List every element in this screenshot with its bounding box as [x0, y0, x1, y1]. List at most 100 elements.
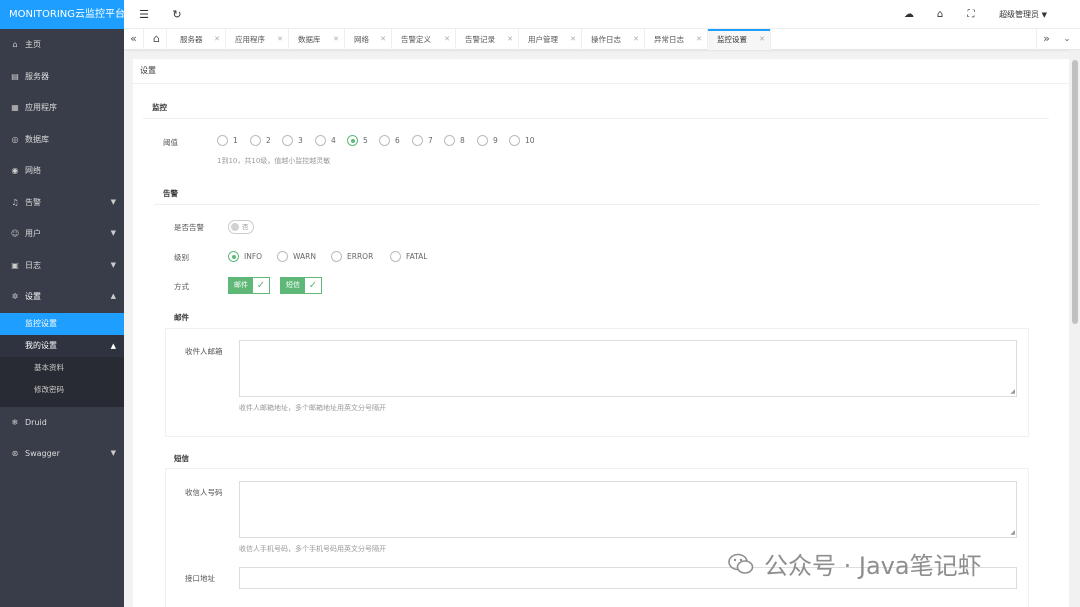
- refresh-icon[interactable]: ↻: [169, 0, 185, 29]
- level-radio-warn[interactable]: WARN: [277, 251, 316, 262]
- threshold-label: 阈值: [163, 138, 178, 147]
- sidebar-item-network[interactable]: ◉ 网络: [0, 155, 124, 187]
- method-checkbox-sms[interactable]: 短信 ✓: [280, 277, 322, 294]
- mail-recipient-textarea[interactable]: ◢: [239, 340, 1017, 397]
- database-icon: ◎: [11, 134, 19, 144]
- tab-network[interactable]: 网络 ✕: [345, 29, 392, 50]
- close-icon[interactable]: ✕: [214, 29, 220, 50]
- sms-api-label: 接口地址: [185, 574, 215, 583]
- close-icon[interactable]: ✕: [570, 29, 576, 50]
- section-sms-title: 短信: [174, 454, 189, 463]
- menu-toggle-icon[interactable]: ☰: [136, 0, 152, 29]
- threshold-radio-5[interactable]: 5: [347, 135, 368, 146]
- alarm-method-label: 方式: [174, 282, 189, 291]
- divider: [143, 118, 1049, 119]
- tab-app[interactable]: 应用程序 ✕: [226, 29, 289, 50]
- tabs-scroll-left-icon[interactable]: «: [124, 29, 144, 50]
- close-icon[interactable]: ✕: [444, 29, 450, 50]
- threshold-radio-4[interactable]: 4: [315, 135, 336, 146]
- user-menu[interactable]: 超级管理员 ▼: [999, 0, 1047, 30]
- tab-bar: « ⌂ 服务器 ✕ 应用程序 ✕ 数据库 ✕ 网络 ✕ 告警定义 ✕ 告警记录 ✕ 用户管理…: [124, 29, 1080, 50]
- check-icon: ✓: [305, 278, 321, 293]
- sidebar-item-server[interactable]: ▤ 服务器: [0, 61, 124, 93]
- gear-icon: ✲: [11, 292, 19, 301]
- close-icon[interactable]: ✕: [380, 29, 386, 50]
- radio-checked-icon: [347, 135, 358, 146]
- tab-alarm-def[interactable]: 告警定义 ✕: [392, 29, 456, 50]
- close-icon[interactable]: ✕: [696, 29, 702, 50]
- fullscreen-icon[interactable]: ⛶: [963, 0, 979, 29]
- tab-exception-log[interactable]: 异常日志 ✕: [645, 29, 708, 50]
- sidebar-item-log[interactable]: ▣ 日志 ▼: [0, 250, 124, 282]
- check-icon: ✓: [253, 278, 269, 293]
- scroll-thumb[interactable]: [1072, 60, 1078, 324]
- tabs-dropdown-icon[interactable]: ⌄: [1057, 29, 1077, 50]
- sidebar-item-user[interactable]: ☺ 用户 ▼: [0, 218, 124, 250]
- caret-down-icon: ▼: [110, 229, 116, 237]
- sidebar-item-settings[interactable]: ✲ 设置 ▲: [0, 281, 124, 313]
- tab-alarm-record[interactable]: 告警记录 ✕: [456, 29, 519, 50]
- tab-monitor-settings[interactable]: 监控设置 ✕: [708, 29, 771, 50]
- swagger-icon: ⊛: [11, 449, 19, 458]
- close-icon[interactable]: ✕: [333, 29, 339, 50]
- threshold-radio-9[interactable]: 9: [477, 135, 498, 146]
- close-icon[interactable]: ✕: [633, 29, 639, 50]
- tab-operation-log[interactable]: 操作日志 ✕: [582, 29, 645, 50]
- threshold-radio-10[interactable]: 10: [509, 135, 535, 146]
- sms-hint: 收信人手机号码，多个手机号码用英文分号隔开: [239, 545, 386, 553]
- threshold-radio-7[interactable]: 7: [412, 135, 433, 146]
- level-radio-fatal[interactable]: FATAL: [390, 251, 427, 262]
- close-icon[interactable]: ✕: [277, 29, 283, 50]
- resize-grip-icon[interactable]: ◢: [1010, 530, 1015, 536]
- threshold-radio-8[interactable]: 8: [444, 135, 465, 146]
- threshold-radio-2[interactable]: 2: [250, 135, 271, 146]
- sidebar: MONITORING云监控平台 ⌂ 主页 ▤ 服务器 ▦ 应用程序 ◎ 数据库 ◉ 网络 …: [0, 0, 124, 607]
- druid-icon: ❄: [11, 417, 19, 427]
- alarm-enable-label: 是否告警: [174, 223, 204, 232]
- threshold-radio-1[interactable]: 1: [217, 135, 238, 146]
- app-logo-title[interactable]: MONITORING云监控平台: [0, 0, 124, 29]
- tab-home-icon[interactable]: ⌂: [147, 29, 167, 50]
- section-monitor-title: 监控: [152, 103, 167, 112]
- radio-icon: [444, 135, 455, 146]
- sidebar-item-password[interactable]: 修改密码: [0, 378, 124, 401]
- mail-recipient-label: 收件人邮箱: [185, 347, 223, 356]
- settings-card: 设置 监控 阈值 1 2 3 4 5 6 7 8 9 10 1到10，共10级，…: [133, 59, 1069, 607]
- sidebar-item-alarm[interactable]: ♫ 告警 ▼: [0, 187, 124, 219]
- sms-recipient-textarea[interactable]: ◢: [239, 481, 1017, 538]
- radio-icon: [277, 251, 288, 262]
- method-checkbox-mail[interactable]: 邮件 ✓: [228, 277, 270, 294]
- sidebar-item-app[interactable]: ▦ 应用程序: [0, 92, 124, 124]
- resize-grip-icon[interactable]: ◢: [1010, 389, 1015, 395]
- section-alarm-title: 告警: [163, 189, 178, 198]
- tabs-scroll-right-icon[interactable]: »: [1036, 29, 1056, 50]
- sidebar-item-home[interactable]: ⌂ 主页: [0, 29, 124, 61]
- sidebar-item-druid[interactable]: ❄ Druid: [0, 407, 124, 439]
- server-icon: ▤: [11, 71, 19, 81]
- threshold-radio-6[interactable]: 6: [379, 135, 400, 146]
- radio-icon: [379, 135, 390, 146]
- tab-user-manage[interactable]: 用户管理 ✕: [519, 29, 582, 50]
- tag-icon[interactable]: ⌂: [932, 0, 948, 29]
- close-icon[interactable]: ✕: [759, 29, 765, 50]
- tab-server[interactable]: 服务器 ✕: [171, 29, 226, 50]
- sidebar-item-my-settings[interactable]: 我的设置 ▲: [0, 334, 124, 357]
- level-radio-error[interactable]: ERROR: [331, 251, 373, 262]
- caret-down-icon: ▼: [110, 197, 116, 206]
- close-icon[interactable]: ✕: [507, 29, 513, 50]
- tab-database[interactable]: 数据库 ✕: [289, 29, 345, 50]
- sidebar-item-profile[interactable]: 基本资料: [0, 356, 124, 379]
- sidebar-item-swagger[interactable]: ⊛ Swagger ▼: [0, 438, 124, 470]
- sidebar-item-database[interactable]: ◎ 数据库: [0, 124, 124, 156]
- alarm-level-label: 级别: [174, 253, 189, 262]
- threshold-radio-3[interactable]: 3: [282, 135, 303, 146]
- sidebar-item-monitor-settings[interactable]: 监控设置: [0, 312, 124, 335]
- home-icon: ⌂: [12, 40, 18, 49]
- radio-icon: [315, 135, 326, 146]
- theme-icon[interactable]: ☁: [901, 0, 917, 29]
- radio-icon: [412, 135, 423, 146]
- caret-down-icon: ▼: [1041, 11, 1047, 19]
- content-scrollbar[interactable]: [1070, 50, 1080, 607]
- alarm-enable-switch[interactable]: 否: [228, 220, 254, 234]
- level-radio-info[interactable]: INFO: [228, 251, 262, 262]
